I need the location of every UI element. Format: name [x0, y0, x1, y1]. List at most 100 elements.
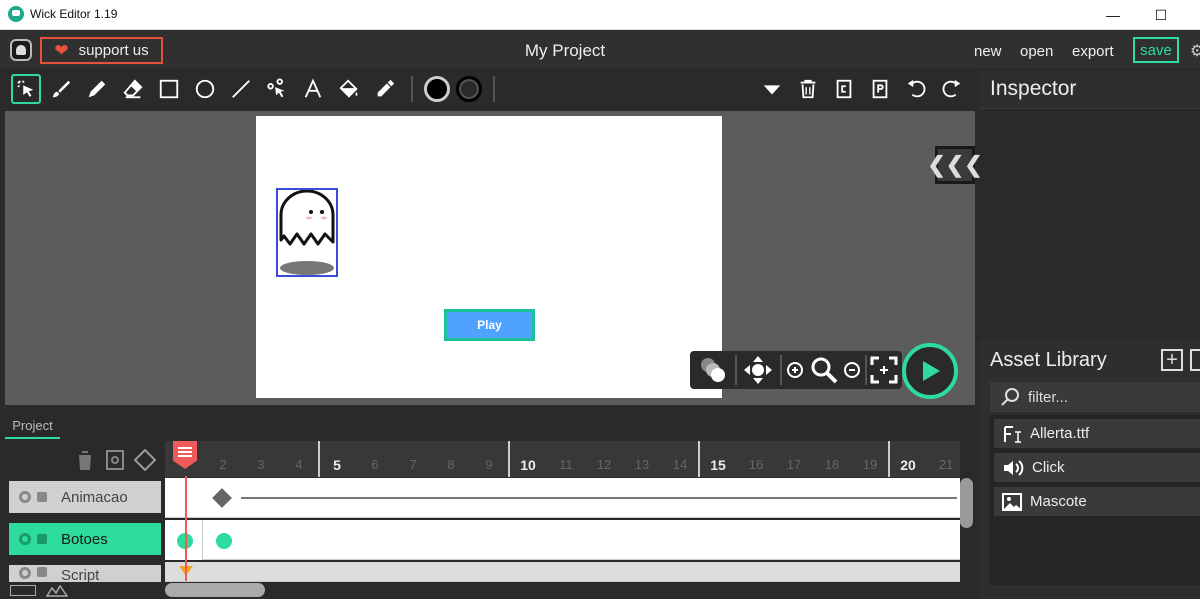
- text-tool-icon[interactable]: [298, 74, 328, 104]
- frame-tick: 17: [786, 457, 802, 472]
- undo-icon[interactable]: [901, 74, 931, 104]
- lock-icon[interactable]: [37, 567, 47, 577]
- editor-top-bar: ❤ support us My Project new open export …: [0, 31, 1200, 68]
- search-icon[interactable]: [808, 351, 840, 389]
- ghost-mascot-icon: [279, 189, 335, 275]
- asset-filter-input[interactable]: filter...: [990, 382, 1200, 412]
- path-cursor-tool-icon[interactable]: [262, 74, 292, 104]
- import-asset-button[interactable]: [1190, 349, 1200, 371]
- pan-icon[interactable]: [738, 351, 778, 389]
- frames-row-botoes[interactable]: [165, 520, 960, 560]
- asset-item[interactable]: Mascote: [994, 487, 1200, 516]
- eye-icon[interactable]: [19, 491, 31, 503]
- asset-item[interactable]: Allerta.ttf: [994, 419, 1200, 448]
- major-tick-line: [508, 441, 510, 477]
- playhead-line: [185, 476, 187, 581]
- frame-tick: 20: [900, 457, 916, 473]
- support-us-button[interactable]: ❤ support us: [40, 37, 163, 64]
- new-button[interactable]: new: [974, 43, 1002, 60]
- play-preview-button[interactable]: [902, 343, 958, 399]
- image-icon: [1002, 492, 1022, 511]
- frame-ruler[interactable]: 2 3 4 5 6 7 8 9 10 11 12 13 14 15 16 17 …: [165, 441, 960, 477]
- eye-icon[interactable]: [19, 533, 31, 545]
- asset-item-label: Click: [1032, 459, 1065, 476]
- layer-animacao[interactable]: Animacao: [9, 481, 161, 513]
- frame-tick: 18: [824, 457, 840, 472]
- onion-skin-icon[interactable]: [694, 351, 732, 389]
- frame-tick: 13: [634, 457, 650, 472]
- fill-bucket-tool-icon[interactable]: [334, 74, 364, 104]
- add-asset-button[interactable]: +: [1161, 349, 1183, 371]
- stage-canvas[interactable]: Play: [256, 116, 722, 398]
- recenter-icon[interactable]: [867, 351, 901, 389]
- frame-tick: 3: [257, 457, 265, 472]
- collapse-panel-icon[interactable]: ❮❮❮: [927, 146, 983, 184]
- redo-icon[interactable]: [937, 74, 967, 104]
- frame-tick: 10: [520, 457, 536, 473]
- frames-row-script[interactable]: [165, 562, 960, 582]
- timeline-vertical-scrollbar[interactable]: [960, 478, 973, 528]
- cursor-tool-icon[interactable]: [11, 74, 41, 104]
- line-tool-icon[interactable]: [226, 74, 256, 104]
- trash-icon[interactable]: [793, 74, 823, 104]
- export-button[interactable]: export: [1072, 43, 1114, 60]
- os-title-bar: Wick Editor 1.19 — ☐: [0, 0, 1200, 30]
- zoom-in-icon[interactable]: [782, 351, 808, 389]
- playhead-handle[interactable]: [173, 441, 197, 469]
- selected-mascot-clip[interactable]: [276, 188, 338, 277]
- layer-label: Script: [61, 567, 100, 582]
- asset-library-panel: Asset Library + filter... Allerta.ttf Cl…: [980, 340, 1200, 599]
- wick-logo-icon[interactable]: [10, 39, 32, 61]
- font-icon: [1004, 425, 1021, 443]
- minimize-button[interactable]: —: [1090, 0, 1136, 30]
- pencil-tool-icon[interactable]: [82, 74, 112, 104]
- frame-tick: 16: [748, 457, 764, 472]
- timeline-horizontal-scrollbar[interactable]: [165, 583, 265, 597]
- add-layer-icon[interactable]: [104, 449, 126, 471]
- frame-tick: 5: [333, 457, 341, 473]
- caret-down-icon[interactable]: [757, 74, 787, 104]
- zoom-timeline-icon[interactable]: [45, 584, 69, 597]
- ellipse-tool-icon[interactable]: [190, 74, 220, 104]
- layer-label: Animacao: [61, 488, 128, 506]
- window-title: Wick Editor 1.19: [30, 7, 118, 21]
- zoom-out-icon[interactable]: [840, 351, 864, 389]
- lock-icon[interactable]: [37, 534, 47, 544]
- keyframe-diamond[interactable]: [212, 488, 232, 508]
- maximize-button[interactable]: ☐: [1138, 0, 1184, 30]
- asset-library-title: Asset Library: [990, 349, 1107, 371]
- frame-size-icon[interactable]: [10, 585, 36, 596]
- lock-icon[interactable]: [37, 492, 47, 502]
- frame-tick: 2: [219, 457, 227, 472]
- paste-icon[interactable]: [865, 74, 895, 104]
- canvas-area[interactable]: Play ❮❮❮: [5, 111, 983, 405]
- stroke-color-swatch[interactable]: [456, 76, 482, 102]
- project-title[interactable]: My Project: [500, 41, 630, 61]
- asset-item[interactable]: Click: [994, 453, 1200, 482]
- copy-icon[interactable]: [829, 74, 859, 104]
- open-button[interactable]: open: [1020, 43, 1053, 60]
- eye-icon[interactable]: [19, 567, 31, 579]
- app-icon: [8, 6, 24, 22]
- frames-row-animacao[interactable]: [165, 478, 960, 518]
- eraser-tool-icon[interactable]: [118, 74, 148, 104]
- rectangle-tool-icon[interactable]: [154, 74, 184, 104]
- support-us-label: support us: [78, 42, 149, 59]
- timeline-buttons: [70, 445, 165, 475]
- frame-tick: 4: [295, 457, 303, 472]
- frame-tick: 8: [447, 457, 455, 472]
- stage-play-button[interactable]: Play: [444, 309, 535, 341]
- gear-icon[interactable]: ⚙: [1190, 41, 1200, 60]
- timeline-panel: Project 2 3 4 5 6 7 8 9 10 11 12 13 14 1…: [0, 408, 975, 599]
- layer-script[interactable]: Script: [9, 565, 161, 582]
- fill-color-swatch[interactable]: [424, 76, 450, 102]
- add-keyframe-icon[interactable]: [134, 449, 156, 471]
- save-button[interactable]: save: [1133, 37, 1179, 63]
- keyframe-dot[interactable]: [216, 533, 232, 549]
- layer-botoes[interactable]: Botoes: [9, 523, 161, 555]
- brush-tool-icon[interactable]: [46, 74, 76, 104]
- delete-layer-icon[interactable]: [74, 449, 96, 471]
- control-divider: [735, 355, 737, 385]
- tab-project[interactable]: Project: [5, 413, 60, 439]
- eyedropper-tool-icon[interactable]: [370, 74, 400, 104]
